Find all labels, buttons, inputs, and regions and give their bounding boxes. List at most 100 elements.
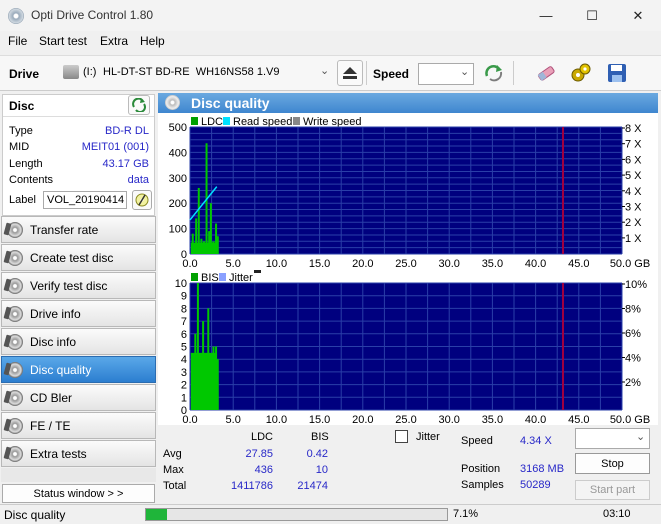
speed-select[interactable]: ⌄ [418, 63, 474, 85]
position-label: Position [461, 463, 501, 475]
y-tick-label: 200 [169, 198, 187, 210]
disc-key: Length [9, 158, 43, 170]
stats-total-bis: 21474 [297, 480, 328, 492]
x-tick-label: 5.0 [226, 414, 241, 425]
progress-bar [145, 508, 448, 521]
x-tick-label: 20.0 [352, 258, 373, 270]
x-tick-label: 10.0 [266, 258, 287, 270]
stats-total-ldc: 1411786 [230, 480, 273, 492]
chevron-down-icon: ⌄ [460, 66, 470, 78]
y-tick-label: 6 [181, 329, 187, 341]
legend-bis-swatch [191, 273, 198, 281]
disc-label-field[interactable]: VOL_20190414 [43, 191, 127, 209]
nav-cd-bler[interactable]: CD Bler [1, 384, 156, 411]
disc-key: Label [9, 194, 36, 206]
legend-read-swatch [223, 117, 230, 125]
y-tick-label: 0 [181, 249, 187, 261]
toolbar: Drive (I:) HL-DT-ST BD-RE WH16NS58 1.V9 … [0, 55, 661, 91]
progress-fill [146, 509, 168, 520]
x-tick-label: 20.0 [352, 414, 373, 425]
legend-ldc: LDC [201, 116, 223, 128]
maximize-button[interactable]: ☐ [569, 0, 615, 31]
jitter-checkbox[interactable] [395, 430, 408, 443]
disc-value: MEIT01 (001) [81, 141, 149, 153]
nav-drive-info[interactable]: Drive info [1, 300, 156, 327]
y2-tick-label: 4% [625, 353, 641, 365]
disc-key: MID [9, 141, 30, 153]
nav-transfer-rate[interactable]: Transfer rate [1, 216, 156, 243]
start-part-button[interactable]: Start part [575, 480, 650, 500]
nav-fe-te[interactable]: FE / TE [1, 412, 156, 439]
nav-disc-info[interactable]: Disc info [1, 328, 156, 355]
chevron-down-icon: ⌄ [320, 65, 330, 77]
disc-icon [7, 221, 23, 238]
disc-icon [7, 305, 23, 322]
nav-create-test-disc[interactable]: Create test disc [1, 244, 156, 271]
y-tick-label: 2 [181, 380, 187, 392]
y-tick-label: 7 [181, 316, 187, 328]
menu-extra[interactable]: Extra [100, 34, 128, 48]
stats-total-label: Total [163, 480, 187, 492]
nav-disc-quality[interactable]: Disc quality [1, 356, 156, 383]
toolbar-divider [513, 61, 514, 85]
y-tick-label: 300 [169, 173, 187, 185]
erase-button[interactable] [533, 60, 559, 86]
x-tick-label: 45.0 [568, 258, 589, 270]
status-window-button[interactable]: Status window > > [2, 484, 155, 503]
y-tick-label: 3 [181, 367, 187, 379]
legend-bis: BIS [201, 272, 219, 284]
nav-label: FE / TE [30, 418, 71, 433]
chart-area: LDC Read speed Write speed BIS Jitter 0.… [158, 113, 658, 426]
title-bar: Opti Drive Control 1.80 — ☐ ✕ [0, 0, 661, 31]
drive-letter: (I:) [83, 66, 97, 78]
speed-label: Speed [373, 67, 410, 81]
stop-button[interactable]: Stop [575, 453, 650, 474]
x-tick-label: 10.0 [266, 414, 287, 425]
stats-col-bis: BIS [311, 431, 329, 443]
nav-extra-tests[interactable]: Extra tests [1, 440, 156, 467]
nav-verify-test-disc[interactable]: Verify test disc [1, 272, 156, 299]
test-speed-select[interactable]: ⌄ [575, 428, 650, 449]
gears-icon [571, 63, 591, 82]
disc-panel-title: Disc [9, 99, 35, 113]
y2-tick-label: 10% [625, 279, 647, 291]
menu-file[interactable]: File [8, 34, 27, 48]
disc-icon [7, 445, 23, 462]
toolbar-divider [366, 61, 367, 85]
legend-jitter-swatch [219, 273, 226, 281]
nav-label: Disc info [30, 334, 77, 349]
y-tick-label: 8 [181, 303, 187, 315]
disc-icon [7, 333, 23, 350]
x-tick-label: 40.0 [525, 258, 546, 270]
refresh-speed-button[interactable] [481, 60, 507, 86]
elapsed-time: 03:10 [603, 508, 631, 520]
nav-label: Verify test disc [30, 278, 108, 293]
disc-edit-icon [135, 193, 149, 207]
settings-button[interactable] [568, 60, 594, 86]
x-tick-label: 45.0 [568, 414, 589, 425]
disc-refresh-button[interactable] [128, 95, 150, 115]
jitter-label: Jitter [416, 431, 440, 443]
stats-max-ldc: 436 [254, 464, 273, 476]
progress-text: 7.1% [453, 508, 479, 520]
samples-label: Samples [461, 479, 504, 491]
disc-icon [165, 95, 180, 110]
close-button[interactable]: ✕ [615, 0, 661, 31]
x-tick-label: 30.0 [438, 414, 459, 425]
y2-tick-label: 6% [625, 328, 641, 340]
save-button[interactable] [604, 60, 630, 86]
menu-help[interactable]: Help [140, 34, 165, 48]
nav-label: Extra tests [30, 446, 87, 461]
top-plot: 0.0 5.0 10.0 15.0 20.0 25.0 30.0 35.0 40.0 45.0 50… [169, 122, 651, 270]
status-bar: Disc quality 7.1% 03:10 [0, 504, 661, 524]
nav-label: Transfer rate [30, 222, 99, 237]
disc-label-button[interactable] [132, 190, 152, 210]
stats-max-label: Max [163, 464, 184, 476]
eject-button[interactable] [337, 60, 363, 86]
y-tick-label: 500 [169, 122, 187, 134]
drive-select[interactable]: (I:) HL-DT-ST BD-RE WH16NS58 1.V9 ⌄ [60, 62, 336, 84]
y2-tick-label: 8% [625, 304, 641, 316]
minimize-button[interactable]: — [523, 0, 569, 31]
drive-icon [63, 65, 79, 79]
menu-start-test[interactable]: Start test [39, 34, 87, 48]
